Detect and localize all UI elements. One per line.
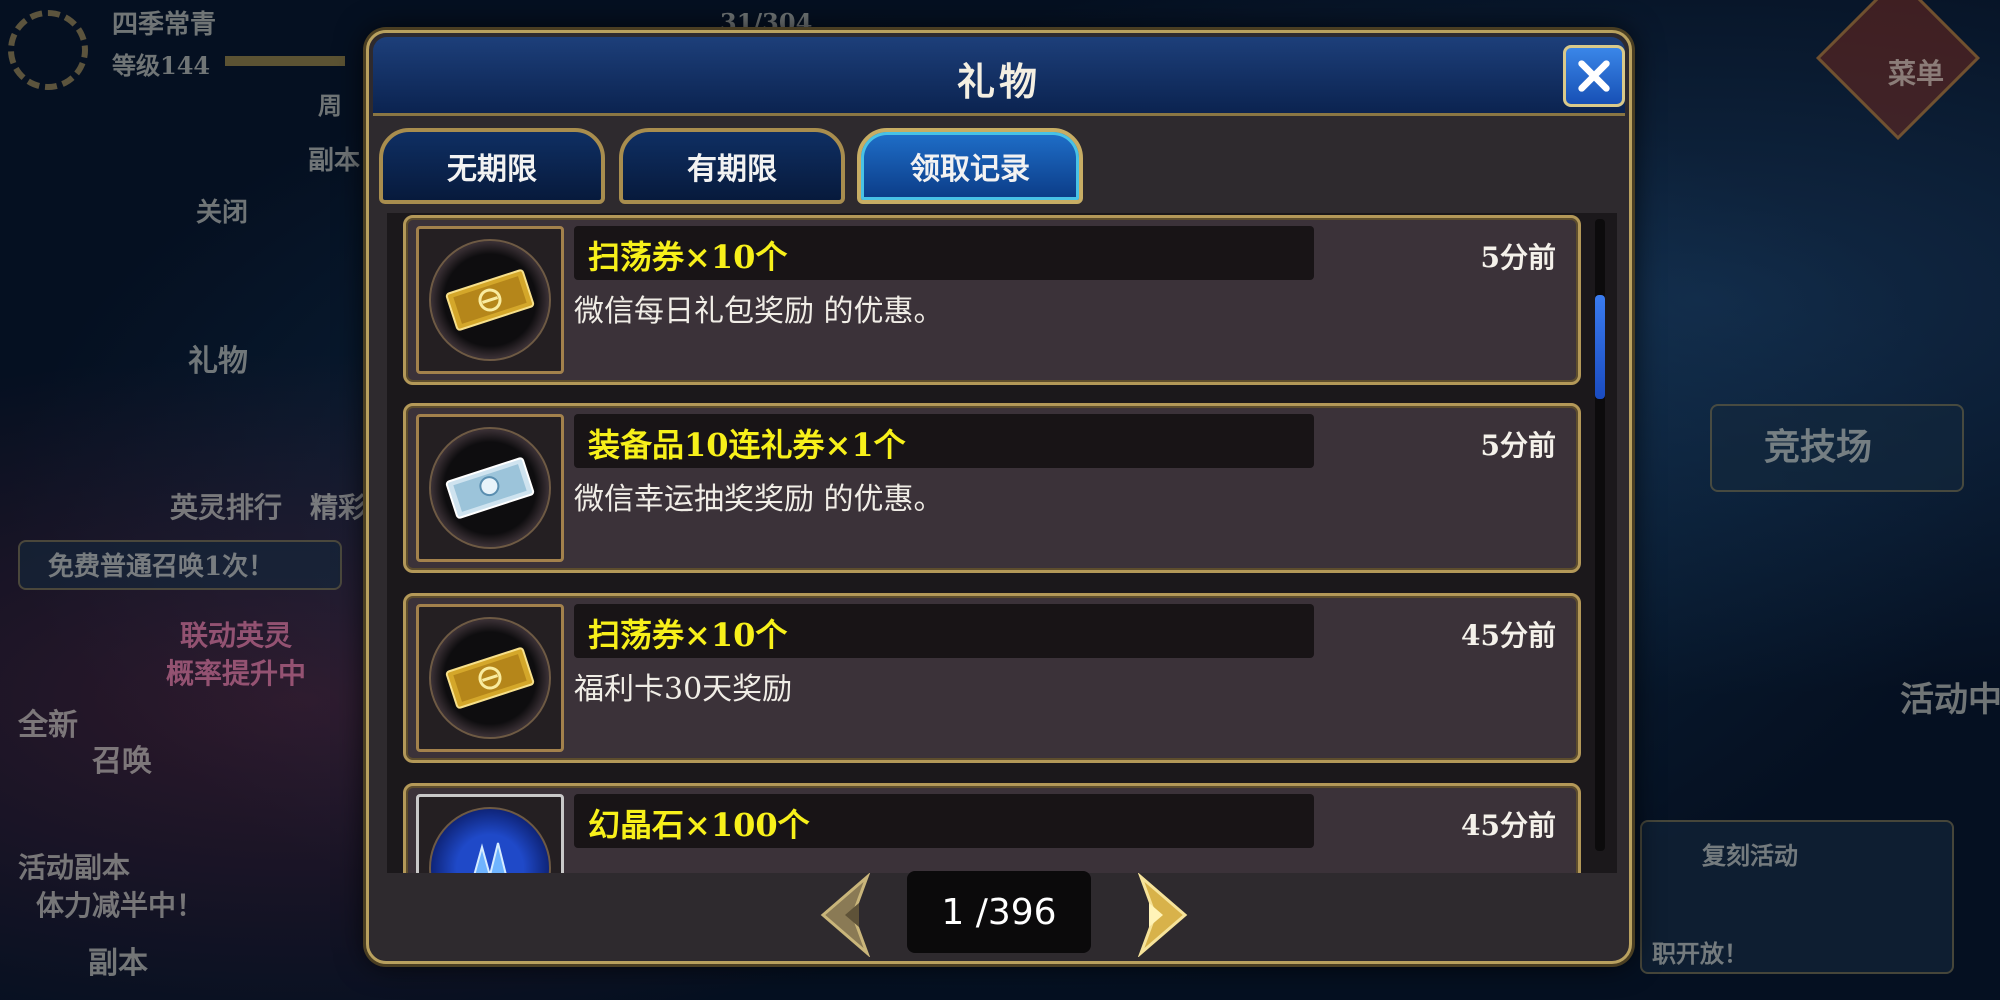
item-description: 微信幸运抽奖奖励 的优惠。 <box>574 482 944 517</box>
settings-gear-icon <box>8 10 88 90</box>
dialog-title: 礼物 <box>956 59 1041 104</box>
crystal-icon <box>473 842 507 873</box>
next-page-arrow-icon[interactable] <box>1113 873 1203 957</box>
item-thumbnail <box>416 414 564 562</box>
item-name-bar: 装备品10连礼券×1个 <box>574 414 1314 468</box>
bg-label-new: 全新 <box>18 708 78 743</box>
close-x-icon <box>1578 60 1610 92</box>
bg-label-stamina-half: 体力减半中！ <box>36 889 205 922</box>
list-item: 扫荡券×10个 45分前 福利卡30天奖励 <box>403 593 1581 763</box>
bg-label-highlights: 精彩 <box>310 491 367 524</box>
item-time: 45分前 <box>1461 619 1556 652</box>
gold-ticket-icon <box>445 647 535 709</box>
item-name: 扫荡券×10个 <box>588 238 788 276</box>
bg-label-week: 周 <box>318 91 342 120</box>
silver-ticket-icon <box>445 457 535 519</box>
page-total: /396 <box>964 891 1057 933</box>
item-name-bar: 幻晶石×100个 <box>574 794 1314 848</box>
list-scrollbar[interactable] <box>1595 219 1605 851</box>
list-item: 幻晶石×100个 45分前 <box>403 783 1581 873</box>
dialog-titlebar: 礼物 <box>373 37 1625 116</box>
scrollbar-thumb[interactable] <box>1595 295 1605 399</box>
item-time: 5分前 <box>1480 241 1556 274</box>
tab-claim-history[interactable]: 领取记录 <box>857 128 1083 204</box>
rerun-open-label: 职开放！ <box>1652 939 1748 968</box>
collab-label: 联动英灵 <box>180 619 293 652</box>
gold-ticket-icon <box>445 269 535 331</box>
list-item: 装备品10连礼券×1个 5分前 微信幸运抽奖奖励 的优惠。 <box>403 403 1581 573</box>
bg-label-gift: 礼物 <box>188 344 248 379</box>
gift-dialog: 礼物 无期限 有期限 领取记录 扫荡券×10个 5分前 微信每日礼包奖励 的优惠… <box>366 30 1632 964</box>
page-indicator: 1 /396 <box>907 871 1091 953</box>
tab-limited[interactable]: 有期限 <box>619 128 845 204</box>
player-level: 等级144 <box>112 51 211 80</box>
prev-page-arrow-icon[interactable] <box>805 873 895 957</box>
arena-label: 竞技场 <box>1764 426 1873 468</box>
item-name: 装备品10连礼券×1个 <box>588 426 906 464</box>
bg-label-summon: 召唤 <box>92 744 152 779</box>
rate-up-label: 概率提升中 <box>166 657 307 690</box>
page-current: 1 <box>941 891 965 933</box>
bg-label-event-dungeon: 活动副本 <box>18 851 131 884</box>
menu-label: 菜单 <box>1888 57 1945 90</box>
item-thumbnail <box>416 794 564 873</box>
item-thumbnail <box>416 604 564 752</box>
gift-list[interactable]: 扫荡券×10个 5分前 微信每日礼包奖励 的优惠。 装备品10连礼券×1个 5分… <box>387 213 1617 873</box>
item-time: 45分前 <box>1461 809 1556 842</box>
item-name-bar: 扫荡券×10个 <box>574 226 1314 280</box>
bg-label-close: 关闭 <box>196 198 249 228</box>
close-button[interactable] <box>1563 45 1625 107</box>
item-time: 5分前 <box>1480 429 1556 462</box>
player-name: 四季常青 <box>112 10 217 40</box>
event-label: 活动中 <box>1900 680 2000 720</box>
free-summon-text: 免费普通召唤1次！ <box>48 552 275 582</box>
bg-label-ranking: 英灵排行 <box>170 491 283 524</box>
item-thumbnail <box>416 226 564 374</box>
item-name: 幻晶石×100个 <box>588 806 810 844</box>
item-description: 福利卡30天奖励 <box>574 672 793 707</box>
item-description: 微信每日礼包奖励 的优惠。 <box>574 294 944 329</box>
item-name-bar: 扫荡券×10个 <box>574 604 1314 658</box>
bg-label-dungeon: 副本 <box>308 146 361 176</box>
item-name: 扫荡券×10个 <box>588 616 788 654</box>
bg-label-dungeon-2: 副本 <box>88 946 148 981</box>
exp-bar <box>225 56 345 66</box>
rerun-event-label: 复刻活动 <box>1702 841 1798 870</box>
list-item: 扫荡券×10个 5分前 微信每日礼包奖励 的优惠。 <box>403 215 1581 385</box>
tab-unlimited[interactable]: 无期限 <box>379 128 605 204</box>
